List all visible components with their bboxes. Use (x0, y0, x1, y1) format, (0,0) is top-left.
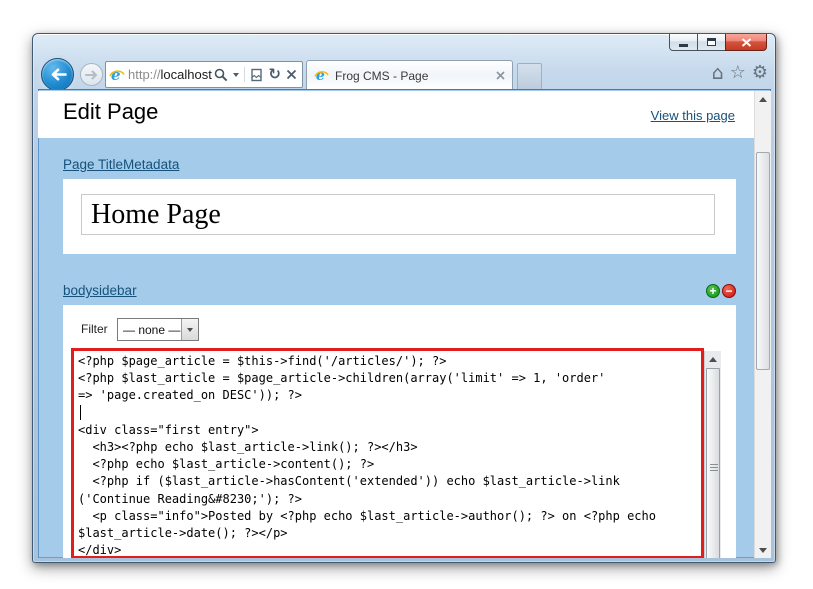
page-scroll-up-button[interactable] (755, 91, 771, 108)
forward-arrow-icon (85, 70, 98, 80)
text-cursor (80, 405, 81, 420)
tab-body[interactable]: body (63, 283, 92, 298)
stop-icon[interactable] (286, 69, 297, 80)
screenshot-canvas: e http://localhost ↻ e Frog CMS - Page (0, 0, 813, 589)
page-header: Edit Page View this page (38, 91, 754, 138)
svg-text:e: e (111, 67, 121, 83)
divider (244, 67, 245, 82)
browser-window: e http://localhost ↻ e Frog CMS - Page (32, 33, 776, 563)
title-panel (63, 179, 736, 254)
address-bar[interactable]: e http://localhost ↻ (105, 61, 303, 88)
page-viewport: Edit Page View this page Page TitleMetad… (38, 89, 771, 558)
page-scrollbar-thumb[interactable] (756, 152, 770, 370)
minimize-button[interactable] (669, 34, 698, 51)
filter-label: Filter (81, 322, 108, 336)
compatibility-view-icon[interactable] (250, 68, 263, 82)
forward-button[interactable] (80, 63, 103, 86)
view-this-page-link[interactable]: View this page (651, 108, 735, 123)
url-host: localhost (161, 67, 212, 82)
restore-button[interactable] (697, 34, 726, 51)
url-scheme: http:// (128, 67, 161, 82)
triangle-down-icon (759, 548, 767, 553)
frog-cms-page: Edit Page View this page Page TitleMetad… (38, 91, 754, 558)
address-bar-icons: ↻ (214, 67, 299, 82)
textarea-scroll-up-button[interactable] (705, 351, 721, 368)
filter-selected-value: — none — (118, 323, 181, 337)
page-scroll-down-button[interactable] (755, 542, 771, 558)
close-button[interactable] (725, 34, 767, 51)
browser-tab[interactable]: e Frog CMS - Page (306, 60, 513, 90)
tab-page-title[interactable]: Page Title (63, 157, 123, 172)
filter-select[interactable]: — none — (117, 318, 199, 341)
tab-sidebar[interactable]: sidebar (92, 283, 136, 298)
textarea-scrollbar[interactable] (704, 351, 721, 558)
remove-part-button[interactable]: − (722, 284, 736, 298)
textarea-scrollbar-thumb[interactable] (706, 368, 720, 558)
chevron-down-icon (187, 328, 193, 332)
triangle-up-icon (709, 357, 717, 362)
add-part-button[interactable]: + (706, 284, 720, 298)
page-title-input[interactable] (81, 194, 715, 235)
minus-icon: − (725, 285, 732, 297)
code-textarea[interactable]: <?php $page_article = $this->find('/arti… (71, 348, 704, 558)
svg-text:e: e (316, 68, 325, 83)
restore-icon (707, 38, 716, 46)
close-icon (741, 38, 752, 47)
scrollbar-grip-icon (710, 464, 718, 473)
plus-icon: + (709, 285, 716, 297)
triangle-up-icon (759, 97, 767, 102)
tab-title: Frog CMS - Page (335, 69, 496, 83)
back-button[interactable] (41, 58, 74, 91)
home-icon[interactable]: ⌂ (712, 63, 724, 83)
part-tabs: bodysidebar (63, 282, 137, 300)
command-icons: ⌂ ☆ ⚙ (712, 63, 768, 83)
code-content: <?php $page_article = $this->find('/arti… (74, 351, 701, 558)
ie-icon: e (314, 68, 329, 83)
metadata-tabs: Page TitleMetadata (63, 156, 179, 174)
settings-gear-icon[interactable]: ⚙ (752, 63, 768, 83)
page-scrollbar[interactable] (754, 91, 771, 558)
minimize-icon (679, 44, 688, 47)
page-title: Edit Page (63, 99, 158, 125)
refresh-icon[interactable]: ↻ (268, 67, 281, 82)
select-dropdown-button[interactable] (181, 319, 198, 340)
tab-metadata[interactable]: Metadata (123, 157, 179, 172)
search-dropdown-caret-icon[interactable] (233, 73, 239, 77)
window-controls (670, 34, 767, 51)
search-icon[interactable] (214, 68, 228, 82)
url-text[interactable]: http://localhost (128, 67, 214, 82)
favorites-star-icon[interactable]: ☆ (730, 63, 746, 83)
tab-close-icon[interactable] (496, 71, 505, 80)
body-panel: Filter — none — <?php $page_article = $t… (63, 305, 736, 558)
new-tab-button[interactable] (517, 63, 542, 90)
back-arrow-icon (49, 68, 67, 81)
ie-icon: e (109, 67, 125, 83)
